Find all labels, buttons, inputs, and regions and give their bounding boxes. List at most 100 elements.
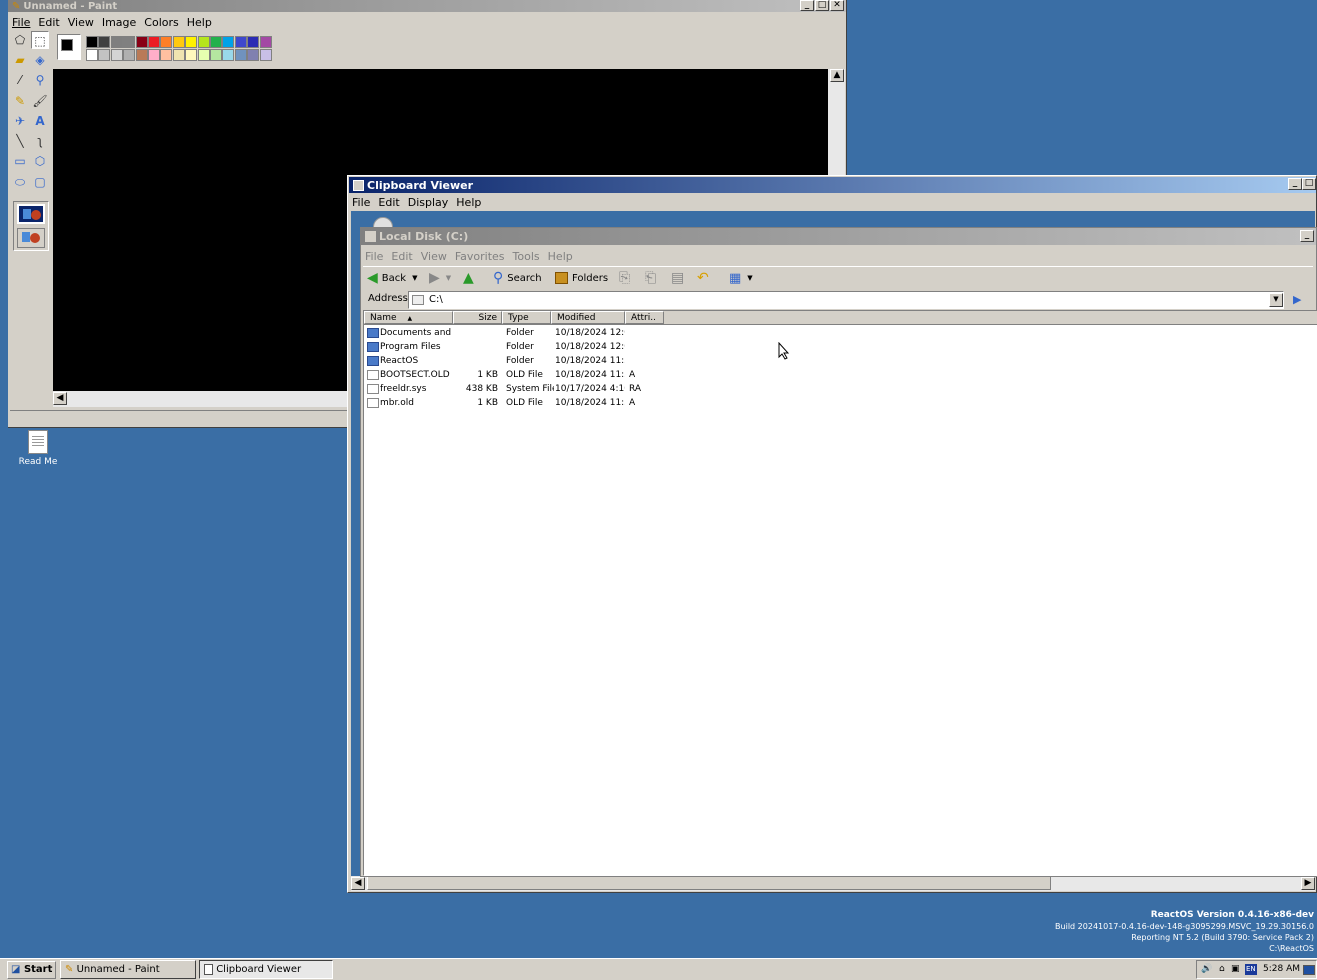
- delete-button[interactable]: ▤: [671, 267, 684, 289]
- palette-swatch[interactable]: [222, 36, 235, 48]
- taskbar-item-paint[interactable]: ✎ Unnamed - Paint: [60, 960, 196, 979]
- scroll-up-icon[interactable]: ▲: [830, 69, 844, 82]
- language-indicator[interactable]: EN: [1245, 964, 1257, 975]
- move-to-button[interactable]: ⎘: [619, 267, 630, 289]
- palette-swatch[interactable]: [86, 49, 98, 61]
- menu-view[interactable]: View: [417, 250, 451, 263]
- palette-swatch[interactable]: [148, 36, 160, 48]
- text-icon[interactable]: A: [31, 112, 49, 130]
- column-name[interactable]: Name ▲: [364, 311, 453, 324]
- search-button[interactable]: ⚲ Search: [493, 267, 542, 289]
- desktop-icon-readme[interactable]: Read Me: [18, 430, 58, 472]
- palette-swatch[interactable]: [160, 49, 173, 61]
- palette-swatch[interactable]: [110, 49, 123, 61]
- curve-icon[interactable]: ʅ: [31, 132, 49, 150]
- start-button[interactable]: ◪ Start: [7, 961, 56, 979]
- maximize-button[interactable]: □: [1302, 178, 1316, 190]
- line-icon[interactable]: ╲: [11, 132, 29, 150]
- scroll-thumb[interactable]: [367, 876, 1051, 890]
- table-row[interactable]: BOOTSECT.OLD 1 KB OLD File 10/18/2024 11:5.…: [364, 368, 1317, 382]
- table-row[interactable]: ReactOS Folder 10/18/2024 11:5..: [364, 354, 1317, 368]
- display-icon[interactable]: ▣: [1231, 961, 1240, 978]
- address-input[interactable]: C:\ ▼: [408, 291, 1284, 309]
- palette-swatch[interactable]: [247, 49, 260, 61]
- table-row[interactable]: Program Files Folder 10/18/2024 12:0..: [364, 340, 1317, 354]
- palette-swatch[interactable]: [98, 49, 111, 61]
- menu-help[interactable]: Help: [544, 250, 577, 263]
- menu-file[interactable]: File: [8, 16, 34, 29]
- brush-icon[interactable]: 🖌: [31, 92, 49, 110]
- chevron-down-icon[interactable]: ▼: [747, 274, 752, 282]
- free-select-icon[interactable]: ⬠: [11, 31, 29, 49]
- palette-swatch[interactable]: [234, 49, 247, 61]
- menu-edit[interactable]: Edit: [34, 16, 63, 29]
- fill-icon[interactable]: ◈: [31, 51, 49, 69]
- minimize-button[interactable]: _: [800, 0, 814, 11]
- pencil-icon[interactable]: ✎: [11, 92, 29, 110]
- rounded-rect-icon[interactable]: ▢: [31, 173, 49, 191]
- menu-colors[interactable]: Colors: [140, 16, 182, 29]
- palette-swatch[interactable]: [123, 36, 136, 48]
- scroll-right-icon[interactable]: ▶: [1301, 877, 1315, 890]
- menu-image[interactable]: Image: [98, 16, 140, 29]
- chevron-down-icon[interactable]: ▼: [446, 274, 451, 282]
- address-dropdown-icon[interactable]: ▼: [1269, 293, 1283, 307]
- show-desktop-icon[interactable]: [1303, 965, 1315, 975]
- palette-swatch[interactable]: [110, 36, 123, 48]
- current-colors[interactable]: [57, 34, 81, 60]
- go-icon[interactable]: ▶: [1293, 293, 1309, 307]
- palette-swatch[interactable]: [210, 36, 222, 48]
- explorer-titlebar[interactable]: Local Disk (C:) _: [361, 228, 1316, 245]
- palette-swatch[interactable]: [86, 36, 98, 48]
- clipboard-hscrollbar[interactable]: ◀ ▶: [351, 876, 1315, 891]
- table-row[interactable]: Documents and .. Folder 10/18/2024 12:0..: [364, 326, 1317, 340]
- maximize-button[interactable]: □: [815, 0, 829, 11]
- palette-swatch[interactable]: [185, 49, 198, 61]
- ellipse-icon[interactable]: ⬭: [11, 173, 29, 191]
- palette-swatch[interactable]: [222, 49, 235, 61]
- column-size[interactable]: Size: [453, 311, 502, 324]
- views-button[interactable]: ▦ ▼: [729, 267, 753, 289]
- forward-button[interactable]: ▶ ▼: [429, 267, 451, 289]
- clock[interactable]: 5:28 AM: [1263, 961, 1300, 978]
- palette-swatch[interactable]: [123, 49, 136, 61]
- color-picker-icon[interactable]: ⁄: [11, 71, 29, 89]
- transparent-option-icon[interactable]: [17, 228, 45, 248]
- menu-favorites[interactable]: Favorites: [451, 250, 509, 263]
- airbrush-icon[interactable]: ✈: [11, 112, 29, 130]
- palette-swatch[interactable]: [197, 49, 210, 61]
- menu-view[interactable]: View: [64, 16, 98, 29]
- taskbar-item-clipboard[interactable]: Clipboard Viewer: [199, 960, 333, 979]
- copy-to-button[interactable]: ⎗: [645, 267, 656, 289]
- minimize-button[interactable]: _: [1288, 178, 1302, 190]
- opaque-option-icon[interactable]: [17, 204, 45, 224]
- palette-swatch[interactable]: [160, 36, 173, 48]
- palette-swatch[interactable]: [259, 36, 272, 48]
- close-button[interactable]: ✕: [830, 0, 844, 11]
- scroll-left-icon[interactable]: ◀: [53, 392, 67, 405]
- palette-swatch[interactable]: [197, 36, 210, 48]
- column-type[interactable]: Type: [502, 311, 551, 324]
- network-icon[interactable]: ⌂: [1219, 961, 1225, 978]
- palette-swatch[interactable]: [98, 36, 111, 48]
- folders-button[interactable]: Folders: [555, 267, 608, 289]
- paint-titlebar[interactable]: ✎ Unnamed - Paint _ □ ✕: [8, 0, 846, 12]
- menu-edit[interactable]: Edit: [387, 250, 416, 263]
- palette-swatch[interactable]: [259, 49, 272, 61]
- menu-help[interactable]: Help: [183, 16, 216, 29]
- table-row[interactable]: mbr.old 1 KB OLD File 10/18/2024 11:5.. A: [364, 396, 1317, 410]
- clipboard-titlebar[interactable]: Clipboard Viewer _ □: [349, 177, 1316, 193]
- chevron-down-icon[interactable]: ▼: [412, 274, 417, 282]
- scroll-left-icon[interactable]: ◀: [351, 877, 365, 890]
- menu-tools[interactable]: Tools: [509, 250, 544, 263]
- back-button[interactable]: ◀ Back ▼: [367, 267, 417, 289]
- magnifier-icon[interactable]: ⚲: [31, 71, 49, 89]
- menu-file[interactable]: File: [361, 250, 387, 263]
- rectangle-icon[interactable]: ▭: [11, 152, 29, 170]
- palette-swatch[interactable]: [148, 49, 160, 61]
- undo-button[interactable]: ↶: [697, 267, 709, 289]
- palette-swatch[interactable]: [135, 36, 148, 48]
- menu-edit[interactable]: Edit: [374, 196, 403, 209]
- polygon-icon[interactable]: ⬡: [31, 152, 49, 170]
- minimize-button[interactable]: _: [1300, 230, 1314, 242]
